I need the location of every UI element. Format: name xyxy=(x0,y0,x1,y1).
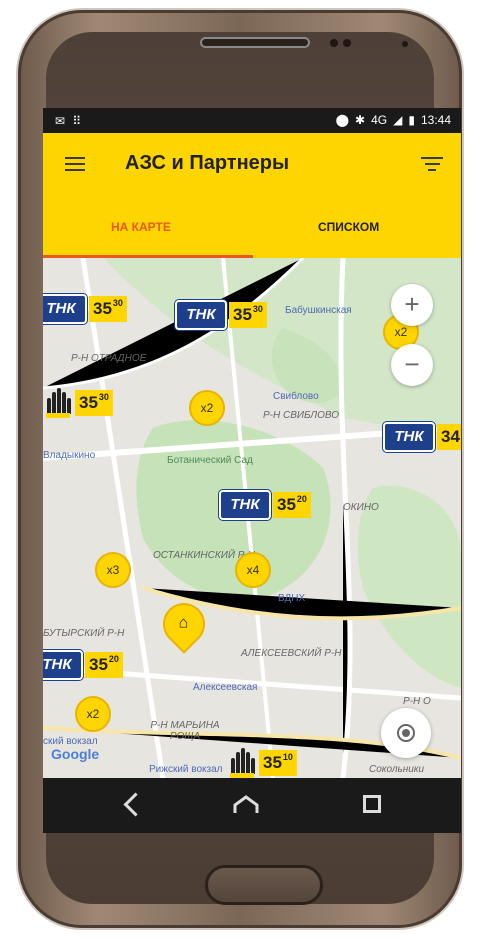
android-nav-bar xyxy=(43,778,461,833)
cluster-marker[interactable]: x4 xyxy=(235,552,271,588)
map-label: Алексеевская xyxy=(193,682,258,693)
tab-list[interactable]: СПИСКОМ xyxy=(318,220,379,234)
recent-apps-icon[interactable] xyxy=(363,795,381,813)
map-label: Ботанический Сад xyxy=(167,455,253,466)
map-view[interactable]: Бабушкинская Р-Н ОТРАДНОЕ Свиблово Р-Н С… xyxy=(43,258,461,778)
front-camera xyxy=(402,41,408,47)
tab-bar: НА КАРТЕ СПИСКОМ xyxy=(43,195,461,258)
map-label: Бабушкинская xyxy=(285,305,352,316)
price-tag: 35 20 xyxy=(273,492,311,518)
map-label: Рижский вокзал xyxy=(149,764,223,775)
cluster-marker[interactable]: x3 xyxy=(95,552,131,588)
map-label: Свиблово xyxy=(273,391,319,402)
rosneft-logo-icon xyxy=(227,748,257,778)
back-icon[interactable] xyxy=(123,792,148,817)
station-marker[interactable]: ТНК 35 20 xyxy=(43,650,123,680)
app-bar: АЗС и Партнеры xyxy=(43,133,461,195)
tnk-logo-icon: ТНК xyxy=(219,490,271,520)
notification-icons: ✉ ⠿ xyxy=(55,114,84,128)
hardware-home-button[interactable] xyxy=(205,865,323,905)
station-marker[interactable]: ТНК 34 xyxy=(383,422,461,452)
map-label: АЛЕКСЕЕВСКИЙ Р-Н xyxy=(241,648,342,659)
map-label: БУТЫРСКИЙ Р-Н xyxy=(43,628,125,639)
map-label: ВДНХ xyxy=(278,593,306,604)
home-icon[interactable] xyxy=(233,795,259,815)
tab-map[interactable]: НА КАРТЕ xyxy=(111,220,171,234)
location-icon: ⬤ xyxy=(335,113,350,127)
network-type: 4G xyxy=(371,113,388,127)
screen: ✉ ⠿ ⬤ ✱ 4G ◢ ▮ 13:44 АЗС и Партнеры НА К… xyxy=(43,108,461,833)
zoom-in-icon[interactable]: + xyxy=(391,284,433,326)
rosneft-logo-icon xyxy=(43,388,73,418)
station-marker[interactable]: ТНК 35 30 xyxy=(175,300,267,330)
price-tag: 35 30 xyxy=(229,302,267,328)
page-title: АЗС и Партнеры xyxy=(125,152,290,174)
status-bar: ✉ ⠿ ⬤ ✱ 4G ◢ ▮ 13:44 xyxy=(43,108,461,133)
price-tag: 35 20 xyxy=(85,652,123,678)
map-label: Сокольники xyxy=(369,764,425,775)
signal-icon: ◢ xyxy=(393,113,403,127)
price-tag: 34 xyxy=(437,424,461,450)
earpiece xyxy=(200,37,310,48)
station-marker[interactable]: ТНК 35 20 xyxy=(219,490,311,520)
station-marker[interactable]: 35 10 xyxy=(227,748,297,778)
sensor-dot xyxy=(330,39,338,47)
tnk-logo-icon: ТНК xyxy=(383,422,435,452)
map-label: Р-Н ОТРАДНОЕ xyxy=(71,353,147,364)
price-tag: 35 30 xyxy=(89,296,127,322)
google-logo: Google xyxy=(51,746,100,762)
station-marker[interactable]: ТНК 35 30 xyxy=(43,294,127,324)
cluster-marker[interactable]: x2 xyxy=(189,390,225,426)
filter-icon[interactable] xyxy=(421,157,443,173)
menu-icon[interactable] xyxy=(65,157,85,171)
station-marker[interactable]: 35 30 xyxy=(43,388,113,418)
zoom-out-icon[interactable]: − xyxy=(391,344,433,386)
clock: 13:44 xyxy=(420,113,451,127)
bluetooth-icon: ✱ xyxy=(355,113,366,127)
map-label: Р-Н МАРЬИНА РОЩА xyxy=(150,720,220,742)
tnk-logo-icon: ТНК xyxy=(175,300,227,330)
map-label: Р-Н СВИБЛОВО xyxy=(263,410,340,421)
my-location-icon[interactable] xyxy=(381,708,431,758)
cluster-marker[interactable]: x2 xyxy=(75,696,111,732)
map-label: Р-Н О xyxy=(403,696,431,707)
price-tag: 35 10 xyxy=(259,750,297,776)
map-label: ОКИНО xyxy=(343,502,379,513)
sensor-dot xyxy=(343,39,351,47)
tnk-logo-icon: ТНК xyxy=(43,650,83,680)
tnk-logo-icon: ТНК xyxy=(43,294,87,324)
status-right: ⬤ ✱ 4G ◢ ▮ 13:44 xyxy=(336,113,451,127)
price-tag: 35 30 xyxy=(75,390,113,416)
battery-icon: ▮ xyxy=(408,113,415,127)
map-label: Владыкино xyxy=(43,450,96,461)
